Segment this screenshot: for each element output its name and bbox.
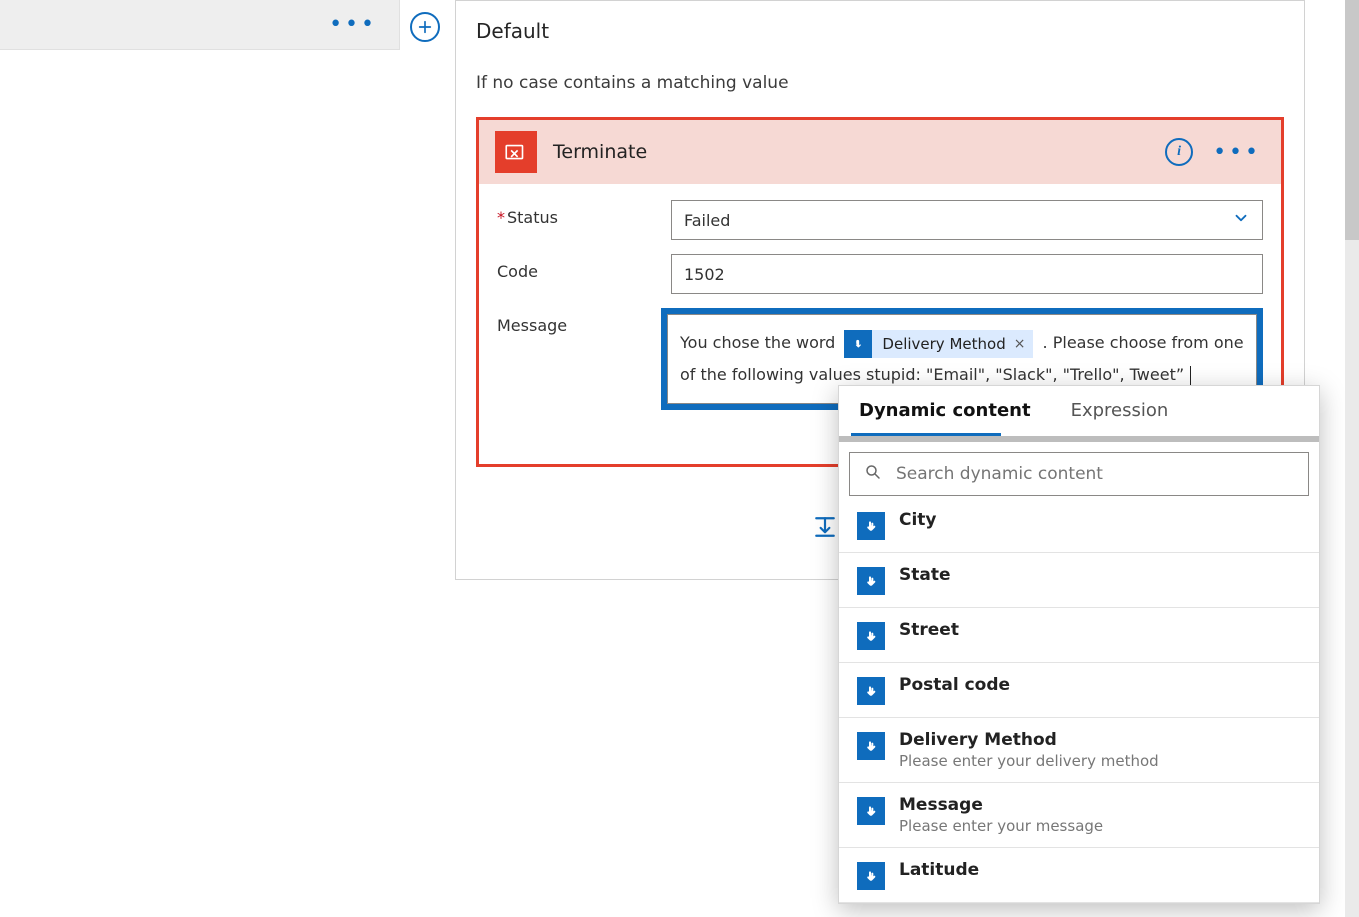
- dynamic-item-text: Delivery Method Please enter your deliver…: [899, 730, 1159, 770]
- dynamic-content-item[interactable]: Message Please enter your message: [839, 783, 1319, 848]
- code-input[interactable]: [671, 254, 1263, 294]
- dynamic-content-search[interactable]: [849, 452, 1309, 496]
- dynamic-value-icon: [857, 567, 885, 595]
- dynamic-value-icon: [857, 732, 885, 760]
- dynamic-token-delivery-method[interactable]: Delivery Method ×: [844, 330, 1033, 358]
- dynamic-content-item[interactable]: Postal code: [839, 663, 1319, 718]
- case-subtitle: If no case contains a matching value: [456, 73, 1304, 117]
- step-menu-icon[interactable]: •••: [329, 12, 377, 37]
- dynamic-item-title: State: [899, 565, 951, 585]
- action-menu-icon[interactable]: •••: [1209, 140, 1265, 165]
- terminate-title: Terminate: [553, 141, 1149, 163]
- tab-bar-background: [839, 436, 1319, 442]
- dynamic-content-item[interactable]: Latitude: [839, 848, 1319, 903]
- dynamic-value-icon: [857, 862, 885, 890]
- code-row: Code: [497, 254, 1263, 294]
- dynamic-item-text: City: [899, 510, 937, 530]
- search-icon: [864, 463, 882, 485]
- chevron-down-icon: [1232, 209, 1250, 231]
- dynamic-item-text: State: [899, 565, 951, 585]
- search-input[interactable]: [894, 463, 1294, 485]
- scrollbar-thumb[interactable]: [1345, 0, 1359, 240]
- plus-icon: [417, 19, 433, 35]
- dynamic-item-title: Delivery Method: [899, 730, 1159, 750]
- status-select[interactable]: Failed: [671, 200, 1263, 240]
- dynamic-content-item[interactable]: City: [839, 498, 1319, 553]
- dynamic-content-item[interactable]: State: [839, 553, 1319, 608]
- status-row: *Status Failed: [497, 200, 1263, 240]
- dynamic-item-text: Latitude: [899, 860, 979, 880]
- previous-step-stub: •••: [0, 0, 400, 50]
- dynamic-value-icon: [857, 512, 885, 540]
- terminate-action-header[interactable]: Terminate i •••: [479, 120, 1281, 184]
- message-text-prefix: You chose the word: [680, 333, 840, 352]
- scrollbar-track[interactable]: [1345, 0, 1359, 917]
- terminate-icon: [495, 131, 537, 173]
- dynamic-item-title: Message: [899, 795, 1103, 815]
- dynamic-item-text: Postal code: [899, 675, 1010, 695]
- code-label: Code: [497, 254, 671, 281]
- dynamic-value-icon: [857, 797, 885, 825]
- dynamic-item-title: City: [899, 510, 937, 530]
- text-cursor: [1190, 366, 1191, 386]
- case-title: Default: [456, 1, 1304, 73]
- dynamic-value-icon: [857, 622, 885, 650]
- dynamic-content-item[interactable]: Street: [839, 608, 1319, 663]
- add-step-button[interactable]: [410, 12, 440, 42]
- dynamic-item-title: Street: [899, 620, 959, 640]
- status-label: *Status: [497, 200, 671, 227]
- token-remove-icon[interactable]: ×: [1014, 328, 1026, 360]
- dynamic-value-icon: [857, 677, 885, 705]
- dynamic-content-list: City State Street Postal code Delivery Metho…: [839, 498, 1319, 903]
- dynamic-item-title: Latitude: [899, 860, 979, 880]
- dynamic-item-text: Message Please enter your message: [899, 795, 1103, 835]
- popover-tabs: Dynamic content Expression: [839, 386, 1319, 433]
- token-label: Delivery Method: [882, 328, 1005, 360]
- dynamic-item-subtitle: Please enter your message: [899, 817, 1103, 835]
- dynamic-content-popover: Dynamic content Expression City State Stre…: [838, 385, 1320, 904]
- tab-dynamic-content[interactable]: Dynamic content: [859, 400, 1031, 433]
- dynamic-item-text: Street: [899, 620, 959, 640]
- info-icon[interactable]: i: [1165, 138, 1193, 166]
- dynamic-item-title: Postal code: [899, 675, 1010, 695]
- tab-expression[interactable]: Expression: [1071, 400, 1169, 433]
- dynamic-content-item[interactable]: Delivery Method Please enter your deliver…: [839, 718, 1319, 783]
- insert-step-button[interactable]: [810, 512, 840, 542]
- dynamic-item-subtitle: Please enter your delivery method: [899, 752, 1159, 770]
- message-label: Message: [497, 308, 671, 335]
- status-selected-value: Failed: [684, 211, 730, 230]
